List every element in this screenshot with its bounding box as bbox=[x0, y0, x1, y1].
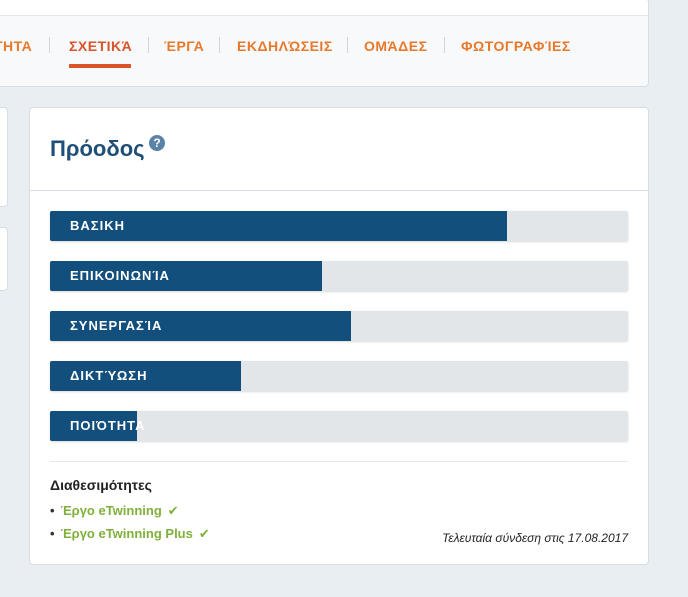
left-side-card bbox=[0, 107, 8, 207]
tabs-top-strip bbox=[0, 0, 648, 16]
availability-item: • Έργο eTwinning ✔ bbox=[50, 503, 179, 519]
tab-groups[interactable]: ΟΜΆΔΕΣ bbox=[364, 38, 427, 54]
progress-title: Πρόοδος bbox=[50, 136, 145, 161]
availability-title: Διαθεσιμότητες bbox=[50, 477, 152, 493]
progress-card: Πρόοδος ? ΒΑΣΙΚΗ ΕΠΙΚΟΙΝΩΝΊΑ ΣΥΝΕΡΓΑΣΊΑ … bbox=[29, 107, 649, 565]
help-icon[interactable]: ? bbox=[149, 135, 165, 151]
progress-bar-label: ΣΥΝΕΡΓΑΣΊΑ bbox=[70, 318, 163, 333]
availability-item-label[interactable]: Έργο eTwinning bbox=[61, 503, 162, 518]
progress-bar-communication: ΕΠΙΚΟΙΝΩΝΊΑ bbox=[50, 261, 628, 291]
progress-bar-label: ΒΑΣΙΚΗ bbox=[70, 218, 125, 233]
availability-item: • Έργο eTwinning Plus ✔ bbox=[50, 526, 210, 542]
bullet: • bbox=[50, 503, 55, 518]
availability-item-label[interactable]: Έργο eTwinning Plus bbox=[61, 526, 193, 541]
progress-bar-collaboration: ΣΥΝΕΡΓΑΣΊΑ bbox=[50, 311, 628, 341]
tab-identity[interactable]: ΤΗΤΑ bbox=[0, 38, 32, 54]
tab-separator bbox=[49, 37, 50, 53]
progress-bar-networking: ΔΙΚΤΎΩΣΗ bbox=[50, 361, 628, 391]
progress-bar-label: ΕΠΙΚΟΙΝΩΝΊΑ bbox=[70, 268, 170, 283]
check-icon: ✔ bbox=[198, 526, 210, 541]
tab-photos[interactable]: ΦΩΤΟΓΡΑΦΊΕΣ bbox=[461, 38, 571, 54]
tab-separator bbox=[444, 37, 445, 53]
tab-events[interactable]: ΕΚΔΗΛΏΣΕΙΣ bbox=[237, 38, 333, 54]
active-tab-underline bbox=[69, 64, 131, 68]
tab-about[interactable]: ΣΧΕΤΙΚΆ bbox=[69, 38, 132, 54]
check-icon: ✔ bbox=[167, 503, 179, 518]
progress-bar-label: ΔΙΚΤΎΩΣΗ bbox=[70, 368, 148, 383]
progress-bar-basic: ΒΑΣΙΚΗ bbox=[50, 211, 628, 241]
tab-separator bbox=[219, 37, 220, 53]
tab-projects[interactable]: ΈΡΓΑ bbox=[164, 38, 204, 54]
progress-bar-label: ΠΟΙΌΤΗΤΑ bbox=[70, 418, 146, 433]
progress-bar-quality: ΠΟΙΌΤΗΤΑ bbox=[50, 411, 628, 441]
section-divider bbox=[50, 461, 628, 462]
progress-card-header: Πρόοδος ? bbox=[30, 108, 648, 191]
tab-separator bbox=[347, 37, 348, 53]
last-login-text: Τελευταία σύνδεση στις 17.08.2017 bbox=[442, 531, 628, 545]
tab-separator bbox=[148, 37, 149, 53]
bullet: • bbox=[50, 526, 55, 541]
left-side-card bbox=[0, 227, 8, 291]
